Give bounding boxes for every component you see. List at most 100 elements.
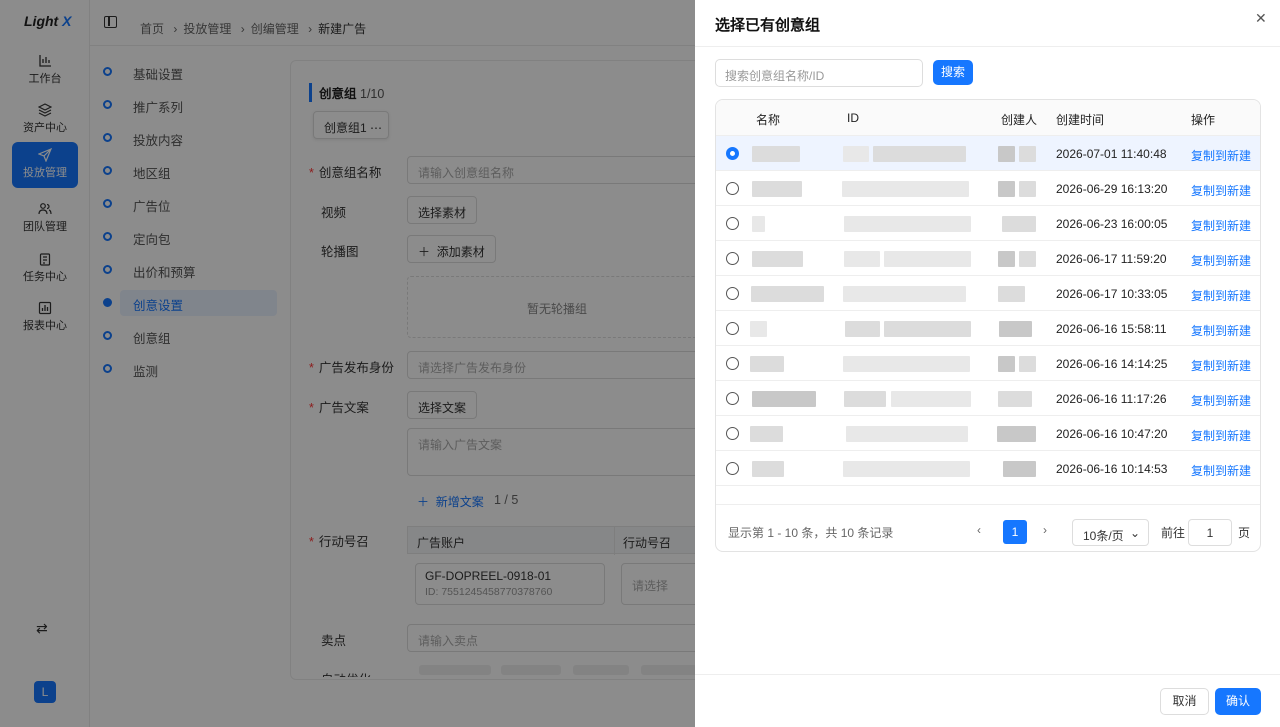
redacted-id — [844, 251, 880, 267]
redacted-id — [884, 321, 971, 337]
redacted-id — [891, 391, 971, 407]
redacted-name — [752, 216, 765, 232]
redacted-creator — [998, 181, 1015, 197]
search-input[interactable]: 搜索创意组名称/ID — [715, 59, 923, 87]
redacted-creator — [1019, 146, 1036, 162]
created-time: 2026-06-16 11:17:26 — [1056, 392, 1167, 406]
redacted-name — [751, 286, 824, 302]
chevron-down-icon: ⌄ — [1129, 526, 1140, 540]
row-radio[interactable] — [726, 462, 739, 475]
table-row[interactable]: 2026-06-16 11:17:26 复制到新建 — [716, 381, 1260, 416]
table-row[interactable]: 2026-06-16 14:14:25 复制到新建 — [716, 346, 1260, 381]
row-radio[interactable] — [726, 147, 739, 160]
created-time: 2026-07-01 11:40:48 — [1056, 147, 1167, 161]
copy-to-new-link[interactable]: 复制到新建 — [1191, 357, 1251, 374]
row-radio[interactable] — [726, 392, 739, 405]
prev-page-icon[interactable]: ‹ — [977, 523, 981, 537]
col-action: 操作 — [1191, 113, 1216, 127]
col-created-time: 创建时间 — [1056, 113, 1105, 127]
created-time: 2026-06-16 10:14:53 — [1056, 462, 1168, 476]
redacted-name — [752, 251, 803, 267]
redacted-id — [845, 321, 880, 337]
row-radio[interactable] — [726, 182, 739, 195]
redacted-id — [844, 391, 886, 407]
redacted-name — [750, 321, 767, 337]
divider — [695, 46, 1280, 47]
goto-label: 前往 — [1161, 526, 1186, 540]
copy-to-new-link[interactable]: 复制到新建 — [1191, 427, 1251, 444]
cancel-button[interactable]: 取消 — [1160, 688, 1209, 715]
table-row[interactable]: 2026-06-16 10:14:53 复制到新建 — [716, 451, 1260, 486]
redacted-creator — [998, 251, 1015, 267]
created-time: 2026-06-16 14:14:25 — [1056, 357, 1168, 371]
redacted-id — [842, 181, 969, 197]
redacted-name — [752, 461, 784, 477]
redacted-name — [750, 426, 783, 442]
copy-to-new-link[interactable]: 复制到新建 — [1191, 392, 1251, 409]
col-name: 名称 — [756, 113, 781, 127]
copy-to-new-link[interactable]: 复制到新建 — [1191, 182, 1251, 199]
redacted-id — [843, 356, 970, 372]
table-row[interactable]: 2026-06-29 16:13:20 复制到新建 — [716, 171, 1260, 206]
redacted-name — [752, 146, 800, 162]
table-row[interactable]: 2026-06-16 10:47:20 复制到新建 — [716, 416, 1260, 451]
copy-to-new-link[interactable]: 复制到新建 — [1191, 252, 1251, 269]
redacted-creator — [1019, 181, 1036, 197]
divider — [695, 674, 1280, 675]
created-time: 2026-06-16 15:58:11 — [1056, 322, 1167, 336]
created-time: 2026-06-29 16:13:20 — [1056, 182, 1168, 196]
redacted-id — [846, 426, 968, 442]
row-radio[interactable] — [726, 217, 739, 230]
redacted-name — [752, 391, 816, 407]
redacted-creator — [998, 286, 1025, 302]
copy-to-new-link[interactable]: 复制到新建 — [1191, 217, 1251, 234]
drawer-title: 选择已有创意组 — [715, 17, 821, 34]
redacted-name — [752, 181, 802, 197]
col-id: ID — [847, 111, 859, 125]
copy-to-new-link[interactable]: 复制到新建 — [1191, 147, 1251, 164]
copy-to-new-link[interactable]: 复制到新建 — [1191, 322, 1251, 339]
created-time: 2026-06-16 10:47:20 — [1056, 427, 1168, 441]
page-size-select[interactable]: 10条/页 ⌄ — [1072, 519, 1149, 546]
copy-to-new-link[interactable]: 复制到新建 — [1191, 287, 1251, 304]
next-page-icon[interactable]: › — [1043, 523, 1047, 537]
redacted-name — [750, 356, 784, 372]
copy-to-new-link[interactable]: 复制到新建 — [1191, 462, 1251, 479]
close-icon[interactable]: ✕ — [1255, 10, 1267, 27]
redacted-creator — [999, 321, 1032, 337]
redacted-id — [884, 251, 971, 267]
redacted-id — [873, 146, 966, 162]
row-radio[interactable] — [726, 427, 739, 440]
redacted-id — [844, 216, 971, 232]
select-group-drawer: 选择已有创意组 ✕ 搜索创意组名称/ID 搜索 名称 ID 创建人 创建时间 操… — [695, 0, 1280, 727]
pagination: 显示第 1 - 10 条，共 10 条记录 ‹ 1 › 10条/页 ⌄ 前往 1 … — [716, 504, 1260, 551]
goto-page-input[interactable]: 1 — [1188, 519, 1232, 546]
page-button-current[interactable]: 1 — [1003, 520, 1027, 544]
table-row[interactable]: 2026-06-23 16:00:05 复制到新建 — [716, 206, 1260, 241]
created-time: 2026-06-23 16:00:05 — [1056, 217, 1168, 231]
redacted-id — [843, 146, 869, 162]
redacted-creator — [1003, 461, 1036, 477]
table-row[interactable]: 2026-06-16 15:58:11 复制到新建 — [716, 311, 1260, 346]
table-row[interactable]: 2026-06-17 10:33:05 复制到新建 — [716, 276, 1260, 311]
row-radio[interactable] — [726, 322, 739, 335]
row-radio[interactable] — [726, 357, 739, 370]
redacted-creator — [1002, 216, 1036, 232]
redacted-creator — [1019, 356, 1036, 372]
pager-summary: 显示第 1 - 10 条，共 10 条记录 — [728, 526, 894, 540]
group-table: 名称 ID 创建人 创建时间 操作 2026-07-01 11:40:48 复制… — [715, 99, 1261, 552]
row-radio[interactable] — [726, 287, 739, 300]
redacted-creator — [998, 146, 1015, 162]
row-radio[interactable] — [726, 252, 739, 265]
table-row[interactable]: 2026-07-01 11:40:48 复制到新建 — [716, 136, 1260, 171]
search-button[interactable]: 搜索 — [933, 60, 973, 85]
table-row[interactable]: 2026-06-17 11:59:20 复制到新建 — [716, 241, 1260, 276]
modal-overlay[interactable] — [0, 0, 695, 727]
redacted-creator — [997, 426, 1036, 442]
created-time: 2026-06-17 11:59:20 — [1056, 252, 1167, 266]
redacted-id — [843, 461, 970, 477]
confirm-button[interactable]: 确认 — [1215, 688, 1261, 715]
redacted-id — [843, 286, 966, 302]
redacted-creator — [998, 356, 1015, 372]
col-creator: 创建人 — [1001, 113, 1038, 127]
